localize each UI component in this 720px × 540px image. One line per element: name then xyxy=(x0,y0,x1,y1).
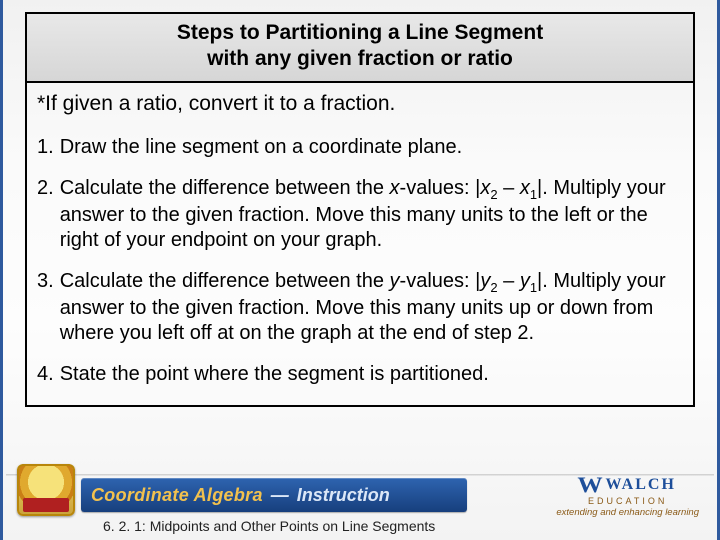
s3-post1: -values: | xyxy=(400,270,481,292)
step-4: 4. State the point where the segment is … xyxy=(37,354,683,395)
step-1-text: Draw the line segment on a coordinate pl… xyxy=(60,135,683,160)
step-4-num: 4. xyxy=(37,362,54,387)
s2-sub1: 1 xyxy=(530,187,537,202)
s2-xlabel: x xyxy=(390,177,400,199)
walch-name: WALCH xyxy=(605,476,675,494)
step-2-text: Calculate the difference between the x-v… xyxy=(60,176,683,253)
walch-tagline: extending and enhancing learning xyxy=(556,507,699,518)
course-bar: Coordinate Algebra — Instruction xyxy=(81,478,467,512)
course-dash: — xyxy=(271,485,289,506)
title-line-2: with any given fraction or ratio xyxy=(37,46,683,72)
s3-sub1: 1 xyxy=(530,280,537,295)
walch-row: W WALCH xyxy=(579,472,675,498)
course-section: Instruction xyxy=(297,485,390,506)
content-box: Steps to Partitioning a Line Segment wit… xyxy=(25,12,695,407)
s2-x1: x xyxy=(520,177,530,199)
title-band: Steps to Partitioning a Line Segment wit… xyxy=(27,14,693,83)
step-3-text: Calculate the difference between the y-v… xyxy=(60,269,683,346)
walch-logo: W WALCH EDUCATION extending and enhancin… xyxy=(556,476,699,514)
s2-sub2: 2 xyxy=(490,187,497,202)
step-3-num: 3. xyxy=(37,269,54,346)
course-title: Coordinate Algebra xyxy=(91,485,263,506)
s3-y1: y xyxy=(520,270,530,292)
footer: Coordinate Algebra — Instruction W WALCH… xyxy=(3,470,717,540)
step-2: 2. Calculate the difference between the … xyxy=(37,168,683,261)
s3-ylabel: y xyxy=(390,270,400,292)
s3-pre: Calculate the difference between the xyxy=(60,270,390,292)
step-1: 1. Draw the line segment on a coordinate… xyxy=(37,127,683,168)
s3-mid: – xyxy=(498,270,520,292)
breadcrumb: 6. 2. 1: Midpoints and Other Points on L… xyxy=(103,518,435,534)
step-1-num: 1. xyxy=(37,135,54,160)
s2-x2: x xyxy=(480,177,490,199)
step-2-num: 2. xyxy=(37,176,54,253)
walch-w-icon: W xyxy=(578,472,603,498)
s2-post1: -values: | xyxy=(400,177,481,199)
step-3: 3. Calculate the difference between the … xyxy=(37,261,683,354)
title-line-1: Steps to Partitioning a Line Segment xyxy=(37,20,683,46)
body: *If given a ratio, convert it to a fract… xyxy=(27,83,693,406)
step-4-text: State the point where the segment is par… xyxy=(60,362,683,387)
s2-mid: – xyxy=(498,177,520,199)
slide: Steps to Partitioning a Line Segment wit… xyxy=(0,0,720,540)
ratio-note: *If given a ratio, convert it to a fract… xyxy=(37,89,683,127)
common-core-badge-icon xyxy=(17,464,75,516)
s3-y2: y xyxy=(480,270,490,292)
s3-sub2: 2 xyxy=(490,280,497,295)
s2-pre: Calculate the difference between the xyxy=(60,177,390,199)
